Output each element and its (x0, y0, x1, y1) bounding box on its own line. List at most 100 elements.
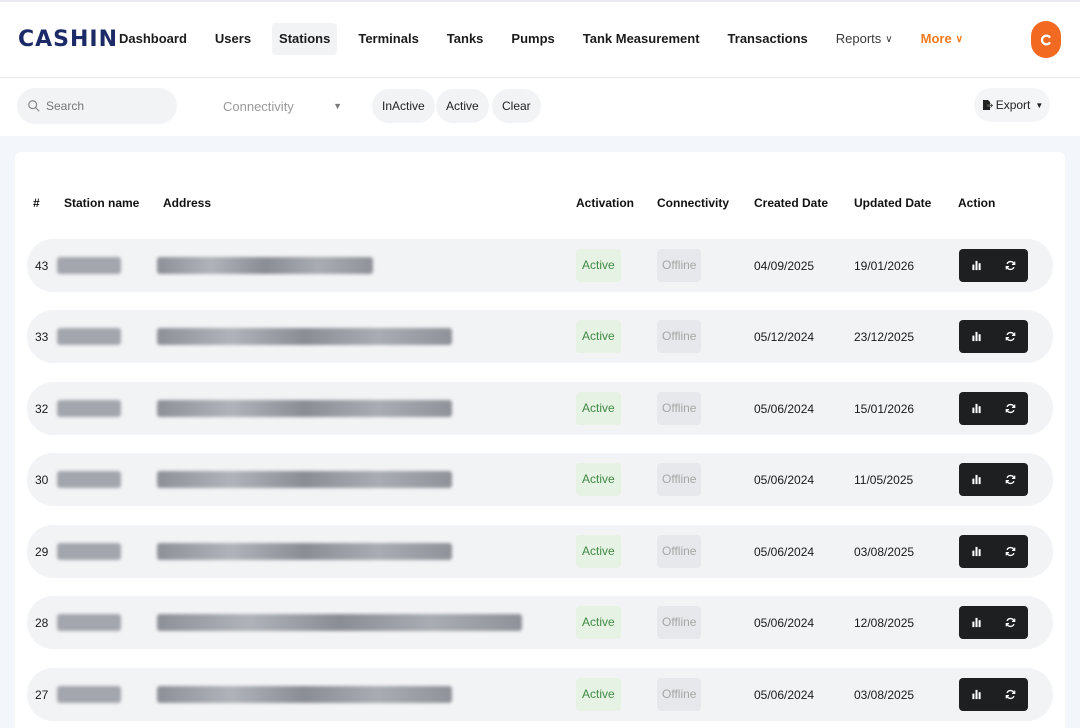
top-navigation: CASHIN Dashboard Users Stations Terminal… (0, 0, 1080, 78)
connectivity-badge: Offline (657, 535, 702, 568)
created-date: 05/06/2024 (754, 687, 815, 702)
chevron-down-icon: ▼ (333, 101, 342, 111)
connectivity-select-label: Connectivity (223, 98, 294, 114)
bar-chart-icon (972, 546, 981, 557)
refresh-icon (1005, 331, 1016, 342)
refresh-button[interactable] (999, 683, 1023, 707)
activation-badge: Active (576, 463, 621, 496)
refresh-button[interactable] (999, 397, 1023, 421)
stats-button[interactable] (964, 540, 988, 564)
refresh-button[interactable] (999, 468, 1023, 492)
nav-reports-dropdown[interactable]: Reports ∨ (829, 23, 900, 55)
stats-button[interactable] (964, 254, 988, 278)
activation-badge: Active (576, 606, 621, 639)
table-row[interactable]: 27 Active Offline 05/06/2024 03/08/2025 (27, 668, 1053, 721)
column-header-id: # (33, 196, 40, 210)
connectivity-cell: Offline (657, 668, 702, 721)
table-row[interactable]: 43 Active Offline 04/09/2025 19/01/2026 (27, 239, 1053, 292)
connectivity-badge: Offline (657, 320, 702, 353)
nav-tanks[interactable]: Tanks (440, 23, 491, 55)
refresh-icon (1005, 260, 1016, 271)
column-header-activation: Activation (576, 196, 635, 210)
station-name-redacted (57, 382, 121, 435)
stats-button[interactable] (964, 468, 988, 492)
station-name-redacted (57, 596, 121, 649)
column-header-address: Address (163, 196, 212, 210)
connectivity-select[interactable]: Connectivity ▼ (215, 92, 350, 120)
search-icon (28, 100, 40, 112)
export-icon (982, 100, 993, 110)
address-redacted (157, 239, 373, 292)
row-id: 30 (35, 472, 49, 487)
inactive-filter-button[interactable]: InActive (372, 89, 435, 123)
column-header-connectivity: Connectivity (657, 196, 730, 210)
clear-filter-button[interactable]: Clear (492, 89, 541, 123)
column-header-action: Action (958, 196, 996, 210)
bar-chart-icon (972, 403, 981, 414)
table-row[interactable]: 29 Active Offline 05/06/2024 03/08/2025 (27, 525, 1053, 578)
connectivity-badge: Offline (657, 392, 702, 425)
address-redacted (157, 382, 452, 435)
refresh-button[interactable] (999, 325, 1023, 349)
updated-date: 12/08/2025 (854, 615, 915, 630)
search-input[interactable] (46, 99, 164, 113)
stats-button[interactable] (964, 611, 988, 635)
connectivity-cell: Offline (657, 453, 702, 506)
row-id: 28 (35, 615, 49, 630)
user-avatar[interactable] (1031, 21, 1061, 58)
address-redacted (157, 525, 452, 578)
column-header-created-date: Created Date (754, 196, 829, 210)
activation-cell: Active (576, 453, 621, 506)
created-date: 05/06/2024 (754, 615, 815, 630)
table-row[interactable]: 33 Active Offline 05/12/2024 23/12/2025 (27, 310, 1053, 363)
bar-chart-icon (972, 331, 981, 342)
stats-button[interactable] (964, 683, 988, 707)
search-box[interactable] (17, 88, 177, 124)
nav-reports-label: Reports (835, 31, 882, 46)
nav-dashboard[interactable]: Dashboard (112, 23, 194, 55)
active-filter-button[interactable]: Active (436, 89, 489, 123)
main-nav: Dashboard Users Stations Terminals Tanks… (112, 23, 970, 55)
refresh-icon (1005, 617, 1016, 628)
connectivity-badge: Offline (657, 463, 702, 496)
table-row[interactable]: 28 Active Offline 05/06/2024 12/08/2025 (27, 596, 1053, 649)
station-name-redacted (57, 310, 121, 363)
nav-users[interactable]: Users (208, 23, 258, 55)
content-area: # Station name Address Activation Connec… (0, 136, 1080, 728)
row-id: 29 (35, 544, 49, 559)
table-row[interactable]: 32 Active Offline 05/06/2024 15/01/2026 (27, 382, 1053, 435)
activation-cell: Active (576, 668, 621, 721)
activation-cell: Active (576, 525, 621, 578)
app-logo[interactable]: CASHIN (18, 27, 118, 52)
station-name-redacted (57, 239, 121, 292)
activation-cell: Active (576, 310, 621, 363)
action-group (959, 535, 1028, 568)
address-redacted (157, 596, 522, 649)
connectivity-cell: Offline (657, 239, 702, 292)
nav-more-dropdown[interactable]: More ∨ (914, 23, 970, 55)
nav-terminals[interactable]: Terminals (351, 23, 425, 55)
activation-badge: Active (576, 535, 621, 568)
refresh-button[interactable] (999, 540, 1023, 564)
bar-chart-icon (972, 474, 981, 485)
stats-button[interactable] (964, 325, 988, 349)
action-cell (959, 668, 1028, 721)
nav-pumps[interactable]: Pumps (504, 23, 561, 55)
created-date: 05/06/2024 (754, 472, 815, 487)
table-row[interactable]: 30 Active Offline 05/06/2024 11/05/2025 (27, 453, 1053, 506)
refresh-button[interactable] (999, 254, 1023, 278)
nav-stations[interactable]: Stations (272, 23, 338, 55)
nav-transactions[interactable]: Transactions (721, 23, 815, 55)
chevron-down-icon: ∨ (955, 34, 963, 45)
nav-tank-measurement[interactable]: Tank Measurement (576, 23, 707, 55)
stats-button[interactable] (964, 397, 988, 421)
updated-date: 23/12/2025 (854, 329, 915, 344)
refresh-button[interactable] (999, 611, 1023, 635)
export-button[interactable]: Export ▼ (974, 88, 1050, 122)
bar-chart-icon (972, 617, 981, 628)
action-group (959, 320, 1028, 353)
connectivity-cell: Offline (657, 596, 702, 649)
action-cell (959, 310, 1028, 363)
station-name-redacted (57, 668, 121, 721)
row-id: 32 (35, 401, 49, 416)
